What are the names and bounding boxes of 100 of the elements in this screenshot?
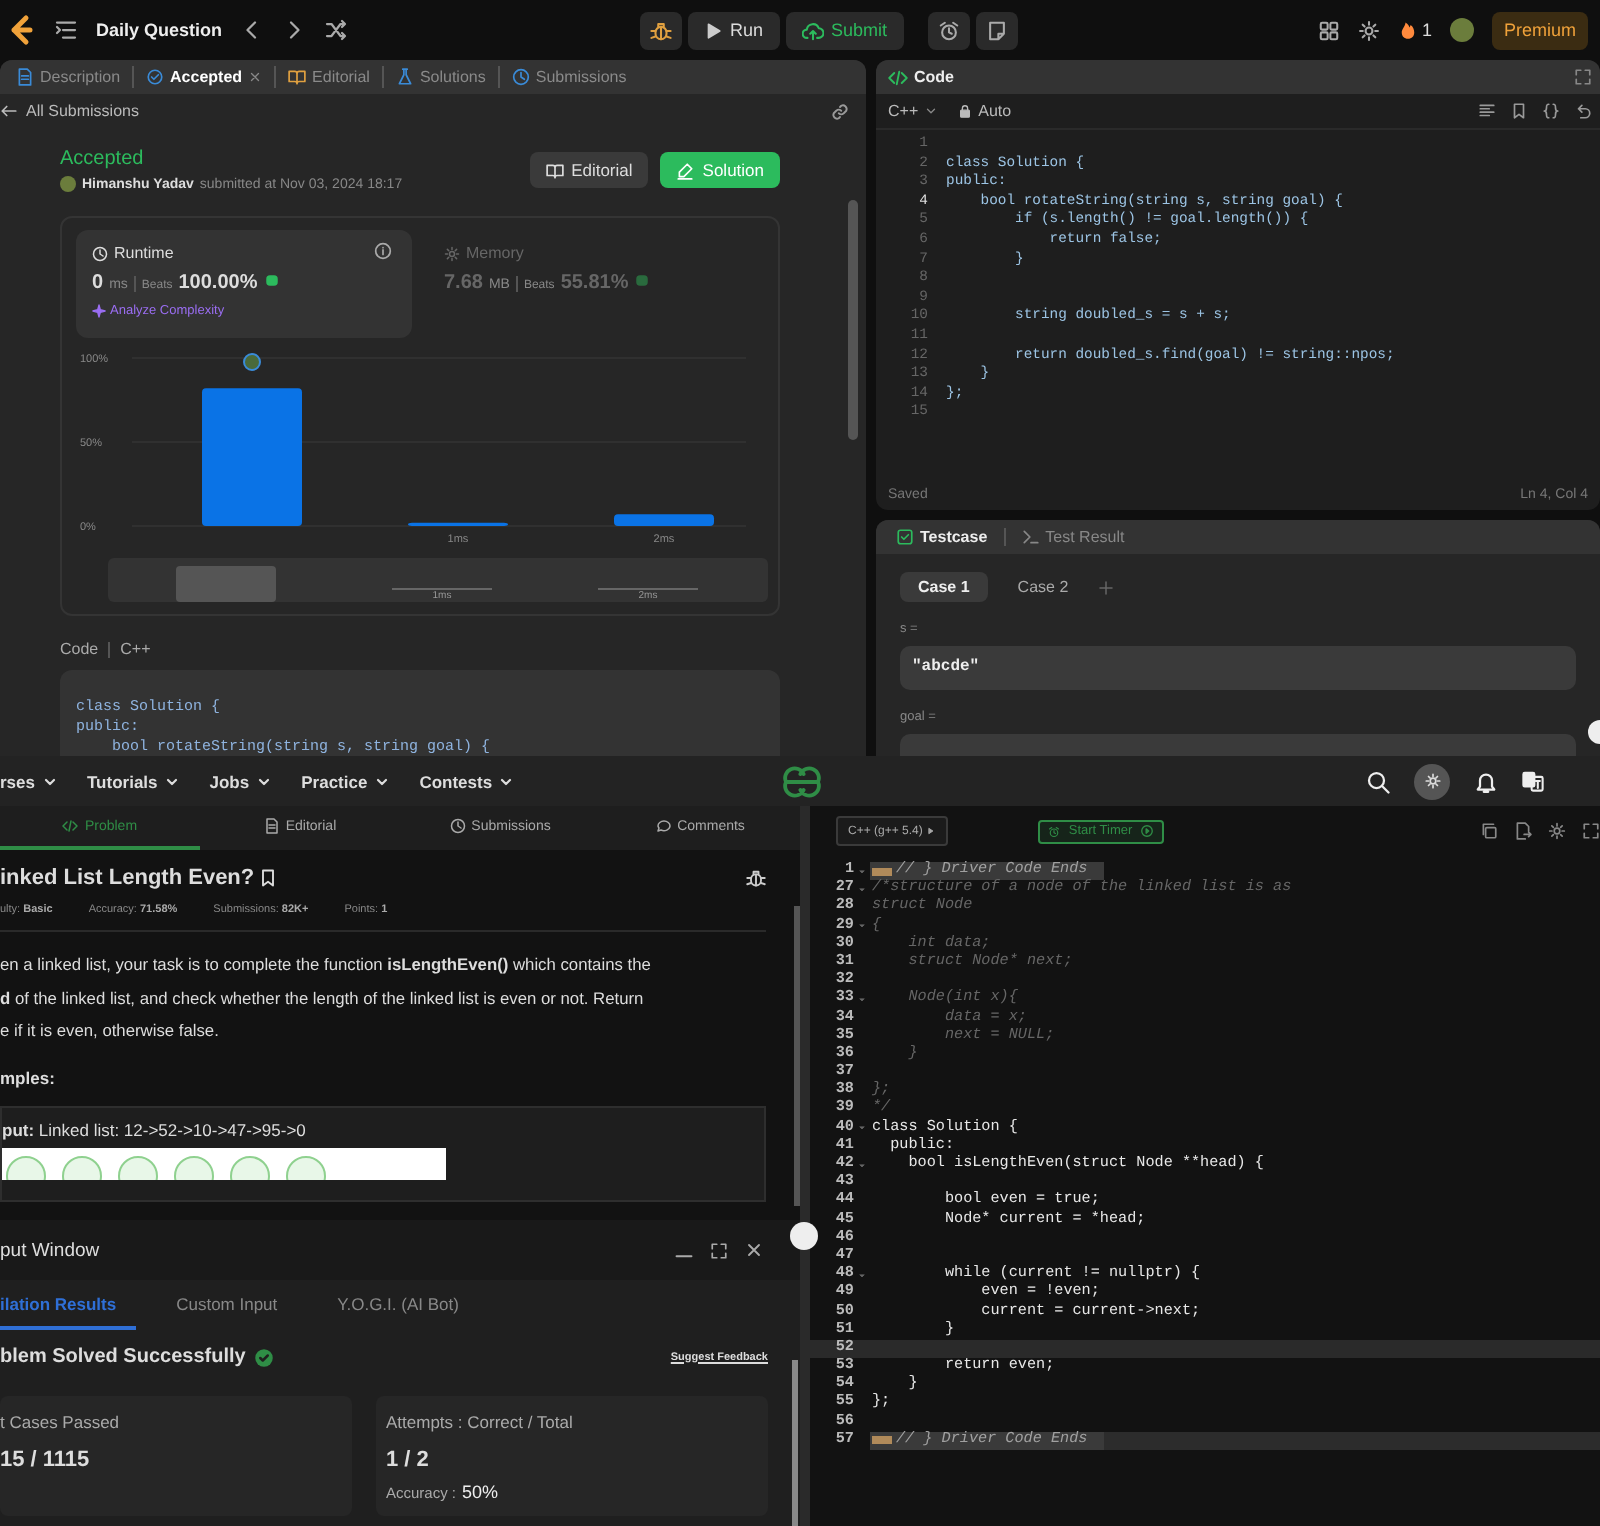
range-handle[interactable] — [176, 566, 276, 602]
nav-menu[interactable]: Practice — [301, 771, 390, 791]
bug-icon — [650, 19, 672, 41]
mode-label[interactable]: Auto — [958, 102, 1012, 120]
caret-icon — [926, 826, 937, 836]
scrollbar[interactable] — [794, 906, 800, 1206]
document-icon — [16, 68, 34, 86]
sparkle-icon — [92, 304, 106, 318]
clock-icon — [511, 68, 530, 86]
clock-icon — [92, 245, 108, 261]
note-button[interactable] — [975, 11, 1018, 49]
terminal-icon — [1021, 528, 1040, 546]
output-tab[interactable]: Custom Input — [176, 1280, 298, 1330]
output-tab[interactable]: Y.O.G.I. (AI Bot) — [337, 1280, 479, 1330]
panel-tab[interactable]: Solutions — [383, 66, 500, 88]
grid-icon[interactable] — [1317, 19, 1340, 41]
clock-icon — [449, 818, 466, 834]
card-value: 1 / 2 — [386, 1448, 431, 1472]
chevron-down-icon — [41, 773, 57, 789]
play-icon — [704, 21, 722, 39]
edit-icon — [676, 161, 695, 179]
problem-description: en a linked list, your task is to complete the function isLengthEven() which contains the d of the linked list, and check whether the length of the linked list is even or not. Return e if it is even, otherwise false. — [0, 952, 653, 1044]
panel-tab[interactable]: Testcase — [888, 528, 996, 546]
stopwatch-icon — [1048, 825, 1061, 837]
case-tab[interactable]: Case 1 — [900, 572, 988, 602]
scrollbar[interactable] — [792, 1360, 798, 1526]
timer-icon — [1140, 824, 1155, 838]
lock-icon — [958, 104, 973, 118]
stat-title: Memory — [466, 244, 524, 262]
arrow-left-icon — [0, 102, 18, 120]
nav-menu[interactable]: Jobs — [209, 771, 272, 791]
premium-button[interactable]: Premium — [1491, 11, 1588, 49]
accuracy-value: 50% — [462, 1482, 499, 1502]
settings-icon[interactable] — [1548, 822, 1566, 840]
checkbox-icon — [896, 528, 914, 546]
search-icon[interactable] — [1366, 769, 1390, 793]
nav-menu[interactable]: rses — [0, 771, 57, 791]
stat-value: 7.68 — [444, 272, 483, 294]
chevron-down-icon — [163, 773, 180, 789]
panel-tab[interactable]: Editorial — [276, 66, 384, 88]
check-circle-icon — [253, 1347, 274, 1367]
panel-tab[interactable]: Accepted — [134, 66, 277, 88]
close-icon[interactable] — [248, 70, 263, 84]
bookmark-icon[interactable] — [1510, 102, 1528, 120]
scrollbar[interactable] — [848, 200, 858, 440]
chevron-down-icon — [498, 773, 515, 789]
card-title: Attempts : Correct / Total — [386, 1412, 575, 1432]
language-select[interactable]: C++ — [888, 102, 939, 120]
fullscreen-icon[interactable] — [1582, 822, 1600, 840]
flask-icon — [395, 68, 414, 86]
run-button[interactable]: Run — [688, 11, 780, 49]
bell-icon[interactable] — [1474, 769, 1498, 793]
bookmark-icon[interactable] — [258, 868, 279, 888]
beats-value: 100.00% — [178, 272, 258, 294]
result-text: blem Solved Successfully — [0, 1346, 246, 1368]
avatar-marker — [243, 353, 261, 371]
panel-tab[interactable]: Submissions — [499, 66, 639, 88]
panel-tab[interactable]: Test Result — [1013, 528, 1133, 546]
window-title: put Window — [0, 1239, 100, 1261]
close-icon[interactable] — [744, 1240, 764, 1260]
theme-toggle[interactable] — [1414, 763, 1450, 799]
editorial-button[interactable]: Editorial — [529, 152, 649, 188]
export-icon[interactable] — [1514, 822, 1532, 840]
sun-icon — [1423, 772, 1441, 790]
language-label: C++ — [120, 640, 151, 658]
case-tab[interactable]: Case 2 — [999, 572, 1087, 602]
document-icon — [263, 818, 280, 834]
nav-menu[interactable]: Contests — [419, 771, 515, 791]
format-icon[interactable] — [1478, 102, 1496, 120]
avatar — [60, 176, 76, 192]
chevron-down-icon — [255, 773, 272, 789]
flame-icon — [1397, 20, 1418, 40]
panel-title: Code — [914, 68, 954, 86]
alarm-button[interactable] — [927, 11, 970, 49]
copy-icon[interactable] — [1480, 822, 1498, 840]
status-text: Accepted — [60, 148, 146, 170]
debug-button[interactable] — [640, 11, 682, 49]
translate-icon[interactable] — [1522, 770, 1544, 792]
value-field[interactable]: "abcde" — [900, 646, 1576, 690]
list-icon[interactable] — [54, 18, 78, 42]
avatar[interactable] — [1449, 18, 1474, 42]
shuffle-icon[interactable] — [324, 18, 349, 42]
expand-icon[interactable] — [1574, 68, 1592, 86]
expand-icon[interactable] — [710, 1241, 728, 1259]
nav-menu[interactable]: Tutorials — [87, 771, 180, 791]
bug-icon[interactable] — [746, 868, 766, 888]
braces-icon[interactable] — [1542, 102, 1560, 120]
panel-tab[interactable]: Description — [4, 66, 135, 88]
link-icon[interactable] — [830, 101, 850, 121]
back-link[interactable]: All Submissions — [0, 102, 139, 120]
submit-button[interactable]: Submit — [785, 11, 904, 49]
info-icon[interactable] — [374, 242, 392, 260]
alarm-clock-icon — [937, 19, 960, 41]
streak-count: 1 — [1421, 20, 1432, 40]
card-value: 15 / 1115 — [0, 1448, 92, 1472]
beats-value: 55.81% — [560, 272, 629, 294]
card-title: t Cases Passed — [0, 1412, 122, 1432]
undo-icon[interactable] — [1574, 102, 1592, 120]
settings-icon[interactable] — [1357, 19, 1380, 41]
page-title[interactable]: Daily Question — [96, 20, 223, 40]
